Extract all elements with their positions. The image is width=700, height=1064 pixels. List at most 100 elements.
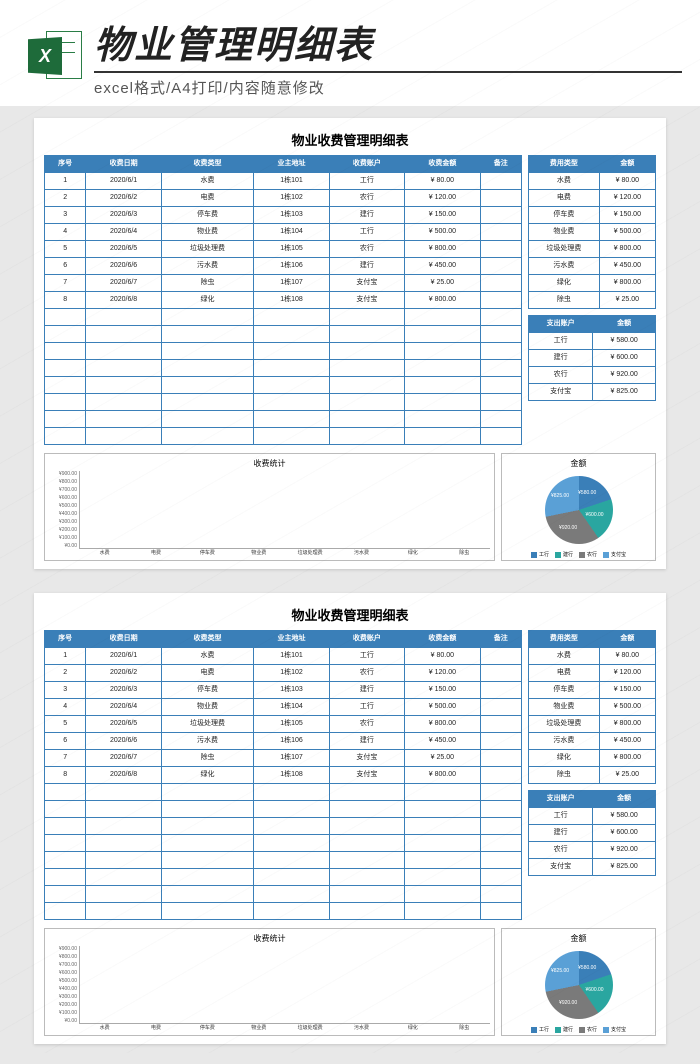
table-row <box>45 377 522 394</box>
main-table-header: 备注 <box>480 631 521 648</box>
pie-legend: 工行建行农行支付宝 <box>504 551 653 558</box>
table-row: 除虫¥ 25.00 <box>529 767 656 784</box>
table-row <box>45 394 522 411</box>
table-row <box>45 343 522 360</box>
table-row: 电费¥ 120.00 <box>529 190 656 207</box>
pie-legend: 工行建行农行支付宝 <box>504 1026 653 1033</box>
table-row: 62020/6/6污水费1栋106建行¥ 450.00 <box>45 733 522 750</box>
table-row: 支付宝¥ 825.00 <box>529 859 656 876</box>
main-table-header: 收费日期 <box>86 631 161 648</box>
banner-title: 物业管理明细表 <box>94 14 682 69</box>
table-row: 除虫¥ 25.00 <box>529 292 656 309</box>
excel-icon-letter: X <box>39 46 51 67</box>
table-row: 52020/6/5垃圾处理费1栋105农行¥ 800.00 <box>45 241 522 258</box>
table-row <box>45 309 522 326</box>
side-account-table: 支出账户金额工行¥ 580.00建行¥ 600.00农行¥ 920.00支付宝¥… <box>528 790 656 876</box>
pie-slice-label: ¥920.00 <box>559 1000 577 1006</box>
pie-slice-label: ¥825.00 <box>551 493 569 499</box>
pie-slice-label: ¥920.00 <box>559 525 577 531</box>
table-row: 垃圾处理费¥ 800.00 <box>529 716 656 733</box>
pie-chart: 金额 ¥580.00 ¥600.00 ¥920.00 ¥825.00 工行建行农行支付宝 <box>501 453 656 561</box>
table-row: 绿化¥ 800.00 <box>529 750 656 767</box>
table-row: 32020/6/3停车费1栋103建行¥ 150.00 <box>45 682 522 699</box>
table-row: 物业费¥ 500.00 <box>529 224 656 241</box>
main-table-header: 收费账户 <box>329 156 404 173</box>
table-row <box>45 818 522 835</box>
pie-slice-label: ¥580.00 <box>578 965 596 971</box>
table-row: 污水费¥ 450.00 <box>529 733 656 750</box>
sheet-title: 物业收费管理明细表 <box>44 130 656 149</box>
table-row <box>45 784 522 801</box>
table-row: 水费¥ 80.00 <box>529 173 656 190</box>
main-table: 序号收费日期收费类型业主地址收费账户收费金额备注12020/6/1水费1栋101… <box>44 155 522 445</box>
main-table-header: 序号 <box>45 156 86 173</box>
main-table-header: 收费账户 <box>329 631 404 648</box>
table-row: 停车费¥ 150.00 <box>529 682 656 699</box>
table-row: 32020/6/3停车费1栋103建行¥ 150.00 <box>45 207 522 224</box>
table-row: 82020/6/8绿化1栋108支付宝¥ 800.00 <box>45 292 522 309</box>
table-row: 22020/6/2电费1栋102农行¥ 120.00 <box>45 665 522 682</box>
main-table-header: 序号 <box>45 631 86 648</box>
table-row <box>45 360 522 377</box>
table-row: 农行¥ 920.00 <box>529 842 656 859</box>
banner-subtitle: excel格式/A4打印/内容随意修改 <box>94 71 682 98</box>
pie-slice-label: ¥580.00 <box>578 490 596 496</box>
bar-chart: 收费统计¥900.00¥800.00¥700.00¥600.00¥500.00¥… <box>44 453 495 561</box>
pie-chart: 金额¥580.00¥600.00¥920.00¥825.00工行建行农行支付宝 <box>501 928 656 1036</box>
table-row <box>45 801 522 818</box>
table-row <box>45 835 522 852</box>
excel-icon: X <box>28 29 82 83</box>
table-row: 42020/6/4物业费1栋104工行¥ 500.00 <box>45 224 522 241</box>
pie-slice-label: ¥600.00 <box>585 512 603 518</box>
main-table-header: 收费日期 <box>86 156 161 173</box>
pie-slice-label: ¥825.00 <box>551 968 569 974</box>
table-row: 停车费¥ 150.00 <box>529 207 656 224</box>
main-table-header: 收费类型 <box>161 156 253 173</box>
table-row: 72020/6/7除虫1栋107支付宝¥ 25.00 <box>45 750 522 767</box>
table-row: 建行¥ 600.00 <box>529 825 656 842</box>
table-row: 22020/6/2电费1栋102农行¥ 120.00 <box>45 190 522 207</box>
table-row: 物业费¥ 500.00 <box>529 699 656 716</box>
table-row: 42020/6/4物业费1栋104工行¥ 500.00 <box>45 699 522 716</box>
table-row <box>45 411 522 428</box>
sheet-preview-2: 物业收费管理明细表序号收费日期收费类型业主地址收费账户收费金额备注12020/6… <box>34 593 666 1044</box>
table-row: 水费¥ 80.00 <box>529 648 656 665</box>
table-row: 12020/6/1水费1栋101工行¥ 80.00 <box>45 648 522 665</box>
sheet-title: 物业收费管理明细表 <box>44 605 656 624</box>
table-row: 污水费¥ 450.00 <box>529 258 656 275</box>
table-row: 82020/6/8绿化1栋108支付宝¥ 800.00 <box>45 767 522 784</box>
side-type-table: 费用类型金额水费¥ 80.00电费¥ 120.00停车费¥ 150.00物业费¥… <box>528 155 656 309</box>
table-row <box>45 869 522 886</box>
bar-chart: 收费统计¥900.00¥800.00¥700.00¥600.00¥500.00¥… <box>44 928 495 1036</box>
side-type-table: 费用类型金额水费¥ 80.00电费¥ 120.00停车费¥ 150.00物业费¥… <box>528 630 656 784</box>
main-table-header: 收费金额 <box>405 631 480 648</box>
bar-chart-title: 收费统计 <box>49 933 490 944</box>
sheet-preview-1: 物业收费管理明细表序号收费日期收费类型业主地址收费账户收费金额备注12020/6… <box>34 118 666 569</box>
table-row <box>45 886 522 903</box>
table-row: 52020/6/5垃圾处理费1栋105农行¥ 800.00 <box>45 716 522 733</box>
table-row <box>45 428 522 445</box>
template-banner: X 物业管理明细表 excel格式/A4打印/内容随意修改 <box>0 0 700 106</box>
bar-chart-title: 收费统计 <box>49 458 490 469</box>
pie-chart-title: 金额 <box>504 458 653 469</box>
table-row: 电费¥ 120.00 <box>529 665 656 682</box>
table-row: 垃圾处理费¥ 800.00 <box>529 241 656 258</box>
side-account-table: 支出账户金额工行¥ 580.00建行¥ 600.00农行¥ 920.00支付宝¥… <box>528 315 656 401</box>
table-row: 建行¥ 600.00 <box>529 350 656 367</box>
table-row: 工行¥ 580.00 <box>529 333 656 350</box>
table-row: 12020/6/1水费1栋101工行¥ 80.00 <box>45 173 522 190</box>
main-table-header: 备注 <box>480 156 521 173</box>
pie-slice-label: ¥600.00 <box>585 987 603 993</box>
table-row <box>45 326 522 343</box>
table-row: 工行¥ 580.00 <box>529 808 656 825</box>
table-row <box>45 852 522 869</box>
table-row <box>45 903 522 920</box>
main-table-header: 业主地址 <box>254 631 329 648</box>
main-table-header: 收费金额 <box>405 156 480 173</box>
table-row: 支付宝¥ 825.00 <box>529 384 656 401</box>
pie: ¥580.00 ¥600.00 ¥920.00 ¥825.00 <box>545 476 613 544</box>
pie: ¥580.00 ¥600.00 ¥920.00 ¥825.00 <box>545 951 613 1019</box>
main-table: 序号收费日期收费类型业主地址收费账户收费金额备注12020/6/1水费1栋101… <box>44 630 522 920</box>
table-row: 绿化¥ 800.00 <box>529 275 656 292</box>
table-row: 72020/6/7除虫1栋107支付宝¥ 25.00 <box>45 275 522 292</box>
